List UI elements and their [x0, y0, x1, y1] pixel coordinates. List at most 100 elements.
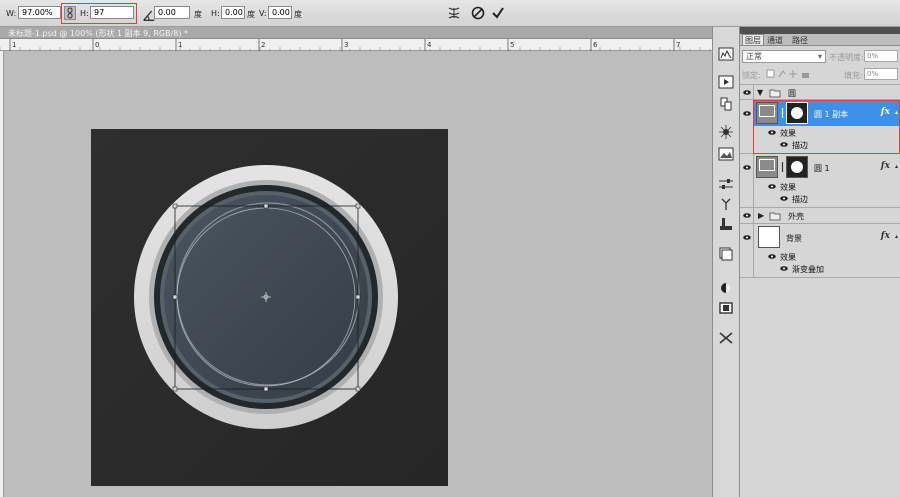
eye-icon	[743, 90, 751, 95]
layer-name: 外壳	[788, 212, 804, 221]
fx-icon[interactable]: fx	[881, 231, 890, 241]
eye-icon[interactable]	[780, 196, 788, 201]
layer-comps-panel-icon[interactable]	[718, 247, 734, 261]
eye-icon	[743, 235, 751, 240]
lock-label: 锁定:	[742, 71, 761, 80]
handle-top-middle[interactable]	[263, 203, 269, 209]
angle-field[interactable]: 0.00	[154, 6, 190, 19]
info-panel-icon[interactable]	[718, 147, 734, 161]
layer-background[interactable]: 背景 fx ▴ 效果 渐变叠加	[740, 224, 900, 278]
navigator-panel-icon[interactable]	[718, 125, 734, 139]
hskew-label: H:	[211, 9, 220, 18]
handle-top-right[interactable]	[355, 203, 361, 209]
opacity-label: 不透明度:	[829, 53, 864, 62]
histogram-panel-icon[interactable]	[718, 47, 734, 61]
document-title: 未标题-1.psd @ 100% (形状 1 副本 9, RGB/8) *	[8, 29, 189, 38]
eye-icon[interactable]	[780, 266, 788, 271]
layer-group-shell[interactable]: ▶ 外壳	[740, 208, 900, 224]
vector-mask-thumbnail[interactable]	[786, 156, 808, 178]
eye-icon	[743, 165, 751, 170]
transform-options-bar: W: 97.00% H: 97 0.00 度 H: 0.00 度 V: 0.00…	[0, 0, 900, 27]
tab-channels[interactable]: 通道	[765, 35, 785, 46]
handle-bottom-right[interactable]	[355, 386, 361, 392]
layer-thumbnail	[758, 226, 780, 248]
hskew-field[interactable]: 0.00	[221, 6, 245, 19]
vskew-label: V:	[259, 9, 267, 18]
visibility-toggle[interactable]	[740, 208, 754, 223]
folder-icon	[769, 212, 781, 221]
chain-link-icon[interactable]	[780, 162, 785, 172]
effect-gradient-overlay[interactable]: 渐变叠加	[792, 264, 824, 275]
tool-presets-panel-icon[interactable]	[718, 331, 734, 345]
ruler-label: 1	[12, 41, 16, 49]
layer-circle[interactable]: 圆 1 fx ▴ 效果 描边	[740, 154, 900, 208]
opacity-field[interactable]: 0%	[864, 50, 898, 62]
width-field[interactable]: 97.00%	[18, 6, 61, 19]
folder-icon	[769, 89, 781, 98]
collapse-effects-icon[interactable]: ▴	[895, 233, 898, 240]
handle-bottom-left[interactable]	[172, 386, 178, 392]
layer-name: 圆	[788, 89, 796, 98]
hskew-unit: 度	[247, 10, 255, 19]
clone-source-panel-icon[interactable]	[718, 217, 734, 231]
visibility-toggle[interactable]	[740, 224, 754, 277]
ruler-label: 7	[676, 41, 680, 49]
lock-icons	[766, 69, 809, 78]
layer-thumbnail	[756, 156, 778, 178]
angle-unit: 度	[194, 10, 202, 19]
lock-all-icon[interactable]	[802, 73, 809, 78]
vskew-field[interactable]: 0.00	[268, 6, 292, 19]
fill-field[interactable]: 0%	[864, 68, 898, 80]
panel-tabs: 图层 通道 路径	[740, 34, 900, 46]
tab-layers[interactable]: 图层	[742, 34, 764, 45]
effect-stroke[interactable]: 描边	[792, 194, 808, 205]
panel-icon-strip	[712, 27, 740, 497]
fx-icon[interactable]: fx	[881, 161, 890, 171]
highlight-box-size	[61, 3, 137, 24]
visibility-toggle[interactable]	[740, 85, 754, 99]
blend-mode-value: 正常	[746, 52, 762, 61]
eye-icon[interactable]	[768, 184, 776, 189]
expand-triangle-icon[interactable]: ▼	[757, 88, 763, 97]
layers-panel: 图层 通道 路径 正常 ▾ 不透明度: 0% 锁定: 填充: 0% ▼ 圆 圆 …	[740, 34, 900, 497]
visibility-toggle[interactable]	[740, 154, 754, 207]
canvas-area[interactable]	[0, 51, 712, 497]
visibility-toggle[interactable]	[740, 100, 754, 153]
ruler-label: 3	[344, 41, 348, 49]
cancel-transform-icon[interactable]	[470, 5, 486, 21]
layer-name: 圆 1	[814, 164, 830, 173]
horizontal-ruler[interactable]: 1 0 1 2 3 4 5 6 7	[0, 39, 712, 51]
blend-mode-select[interactable]: 正常 ▾	[742, 50, 826, 63]
expand-triangle-icon[interactable]: ▶	[758, 211, 764, 220]
lock-position-icon[interactable]	[789, 70, 797, 78]
commit-transform-icon[interactable]	[490, 5, 506, 21]
swatches-panel-icon[interactable]	[718, 301, 734, 315]
highlight-box-layer	[753, 100, 900, 154]
handle-middle-right[interactable]	[355, 294, 361, 300]
handle-top-left[interactable]	[172, 203, 178, 209]
history-panel-icon[interactable]	[718, 97, 734, 111]
collapse-effects-icon[interactable]: ▴	[895, 163, 898, 170]
ruler-label: 5	[510, 41, 514, 49]
vskew-unit: 度	[294, 10, 302, 19]
document-tab[interactable]: 未标题-1.psd @ 100% (形状 1 副本 9, RGB/8) *	[0, 27, 712, 39]
handle-middle-left[interactable]	[172, 294, 178, 300]
lock-image-icon[interactable]	[778, 70, 786, 78]
actions-panel-icon[interactable]	[718, 75, 734, 89]
color-panel-icon[interactable]	[718, 281, 734, 295]
adjustments-panel-icon[interactable]	[718, 177, 734, 191]
eye-icon[interactable]	[768, 254, 776, 259]
effects-label: 效果	[780, 183, 796, 192]
layer-group-circle[interactable]: ▼ 圆	[740, 84, 900, 100]
width-label: W:	[6, 9, 17, 18]
layer-name: 背景	[786, 234, 802, 243]
warp-mode-icon[interactable]	[446, 5, 462, 21]
dock-header-bar[interactable]	[712, 27, 900, 34]
tab-paths[interactable]: 路径	[790, 35, 810, 46]
eye-icon	[743, 213, 751, 218]
lock-transparent-icon[interactable]	[766, 69, 775, 78]
masks-panel-icon[interactable]	[718, 197, 734, 211]
ruler-ticks: 1 0 1 2 3 4 5 6 7	[0, 39, 711, 51]
fill-label: 填充:	[844, 71, 863, 80]
handle-bottom-middle[interactable]	[263, 386, 269, 392]
